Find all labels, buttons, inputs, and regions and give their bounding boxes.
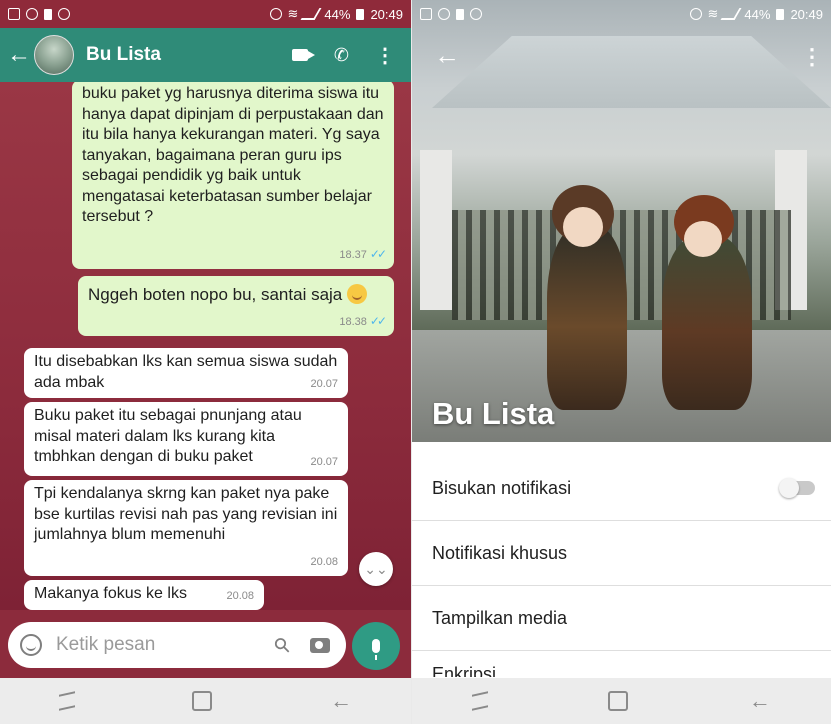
video-call-icon[interactable] — [291, 49, 315, 61]
message-bubble[interactable]: Makanya fokus ke lks 20.08 — [24, 580, 264, 610]
message-text: Buku paket itu sebagai pnunjang atau mis… — [34, 407, 302, 465]
signal-icon — [720, 8, 742, 20]
battery-icon — [776, 8, 785, 20]
file-notification-icon — [44, 8, 52, 20]
message-bubble[interactable]: buku paket yg harusnya diterima siswa it… — [72, 82, 394, 269]
sync-notification-icon — [26, 8, 38, 20]
back-nav-icon[interactable]: ← — [749, 688, 771, 714]
message-time: 20.07 — [310, 455, 338, 468]
setting-label: Tampilkan media — [432, 607, 568, 628]
status-bar: ≋ 44% 20:49 — [0, 0, 411, 28]
message-time: 18.38 — [339, 315, 367, 328]
contact-name[interactable]: Bu Lista — [86, 44, 292, 66]
message-bubble[interactable]: Itu disebabkan lks kan semua siswa sudah… — [24, 348, 348, 398]
message-placeholder[interactable]: Ketik pesan — [56, 634, 275, 656]
message-bubble[interactable]: Buku paket itu sebagai pnunjang atau mis… — [24, 402, 348, 476]
system-nav-bar: ← — [412, 678, 831, 724]
read-ticks-icon: ✓✓ — [369, 313, 387, 328]
message-time: 20.08 — [226, 589, 254, 602]
message-bubble[interactable]: Nggeh boten nopo bu, santai saja 18.38 ✓✓ — [78, 276, 394, 336]
mute-notifications-row[interactable]: Bisukan notifikasi — [412, 456, 831, 521]
clock: 20:49 — [790, 6, 823, 22]
compose-bar: Ketik pesan ⚲ — [0, 610, 411, 678]
message-text: buku paket yg harusnya diterima siswa it… — [82, 85, 384, 225]
message-text: Tpi kendalanya skrng kan paket nya pake … — [34, 485, 338, 543]
back-arrow-icon[interactable]: ← — [6, 41, 32, 69]
profile-name: Bu Lista — [432, 396, 555, 431]
wifi-icon: ≋ — [707, 6, 719, 21]
setting-label: Enkripsi — [432, 664, 497, 677]
mic-icon — [372, 639, 380, 660]
message-text: Nggeh boten nopo bu, santai saja — [88, 285, 343, 304]
message-text: Itu disebabkan lks kan semua siswa sudah… — [34, 353, 338, 391]
recent-apps-icon[interactable] — [58, 691, 75, 711]
gallery-notification-icon — [8, 8, 20, 20]
sync-notification-icon — [438, 8, 450, 20]
more-options-icon[interactable]: ⋮ — [375, 43, 395, 68]
custom-notifications-row[interactable]: Notifikasi khusus — [412, 521, 831, 586]
battery-percent: 44% — [744, 6, 771, 22]
setting-label: Bisukan notifikasi — [432, 477, 572, 498]
message-time: 18.37 — [339, 248, 367, 261]
recent-apps-icon[interactable] — [472, 691, 489, 711]
alarm-icon — [689, 8, 702, 20]
gallery-notification-icon — [420, 8, 432, 20]
alarm-icon — [269, 8, 282, 20]
more-options-icon[interactable]: ⋮ — [801, 44, 823, 70]
encryption-row[interactable]: Enkripsi — [412, 651, 831, 677]
camera-icon[interactable] — [310, 637, 330, 653]
battery-percent: 44% — [324, 6, 351, 22]
message-bubble[interactable]: Tpi kendalanya skrng kan paket nya pake … — [24, 480, 348, 576]
smiling-emoji-icon — [347, 284, 367, 304]
mic-button[interactable] — [352, 622, 400, 670]
message-time: 20.08 — [310, 555, 338, 568]
clock: 20:49 — [370, 6, 403, 22]
message-list[interactable]: buku paket yg harusnya diterima siswa it… — [0, 82, 411, 610]
battery-icon — [356, 8, 365, 20]
settings-list: Bisukan notifikasi Notifikasi khusus Tam… — [412, 456, 831, 677]
circle-notification-icon — [470, 8, 482, 20]
profile-photo[interactable]: ≋ 44% 20:49 ← ⋮ Bu Lista — [412, 0, 831, 442]
mute-toggle[interactable] — [779, 478, 815, 498]
message-time: 20.07 — [310, 377, 338, 390]
signal-icon — [300, 8, 322, 20]
wifi-icon: ≋ — [287, 6, 299, 21]
circle-notification-icon — [58, 8, 70, 20]
status-bar: ≋ 44% 20:49 — [412, 0, 831, 28]
emoji-icon[interactable] — [20, 634, 42, 656]
chat-header: ← Bu Lista ✆ ⋮ — [0, 28, 411, 82]
avatar[interactable] — [34, 35, 74, 75]
contact-info-screen: ≋ 44% 20:49 ← ⋮ Bu Lista Bisukan notifik… — [412, 0, 831, 724]
media-visibility-row[interactable]: Tampilkan media — [412, 586, 831, 651]
system-nav-bar: ← — [0, 678, 411, 724]
home-icon[interactable] — [192, 691, 213, 711]
home-icon[interactable] — [608, 691, 629, 711]
phone-call-icon[interactable]: ✆ — [334, 45, 349, 66]
back-arrow-icon[interactable]: ← — [434, 40, 460, 71]
file-notification-icon — [456, 8, 464, 20]
message-text: Makanya fokus ke lks — [34, 585, 187, 602]
back-nav-icon[interactable]: ← — [330, 688, 352, 714]
scroll-down-icon[interactable]: ⌄⌄ — [359, 552, 393, 586]
chat-screen: ≋ 44% 20:49 ← Bu Lista ✆ ⋮ buku paket yg… — [0, 0, 411, 724]
setting-label: Notifikasi khusus — [432, 542, 568, 563]
read-ticks-icon: ✓✓ — [369, 246, 387, 261]
message-input[interactable]: Ketik pesan ⚲ — [8, 622, 346, 668]
